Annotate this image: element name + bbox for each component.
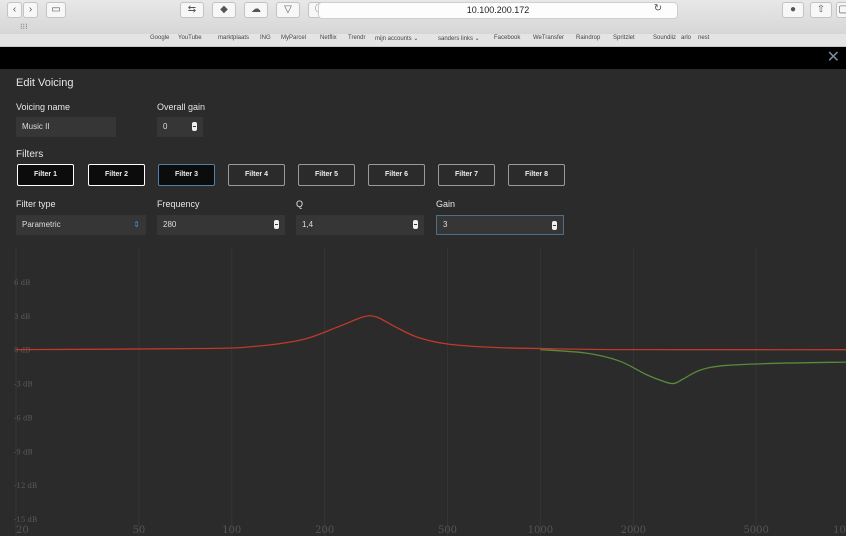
gain-input[interactable]: 3 [436, 215, 564, 235]
x-tick-label: 500 [438, 525, 457, 536]
x-tick-label: 1000 [528, 525, 553, 536]
y-tick-label: 0 dB [14, 347, 30, 355]
overall-gain-input[interactable]: 0 [157, 117, 203, 137]
cloud-icon[interactable]: ☁ [244, 2, 268, 18]
bookmark-link[interactable]: MyParcel [281, 35, 306, 41]
bookmark-link[interactable]: nest [698, 35, 709, 41]
bookmark-link[interactable]: Soundiiz [653, 35, 676, 41]
frequency-input[interactable]: 280 [157, 215, 285, 235]
y-tick-label: -3 dB [14, 381, 33, 389]
voicing-name-label: Voicing name [16, 102, 71, 112]
bookmark-link[interactable]: ING [260, 35, 271, 41]
x-tick-label: 2000 [621, 525, 646, 536]
forward-button[interactable]: › [23, 2, 38, 18]
bookmark-link[interactable]: Google [150, 35, 169, 41]
bookmark-link[interactable]: mijn accounts ⌄ [375, 35, 418, 42]
q-input[interactable]: 1,4 [296, 215, 424, 235]
bookmark-link[interactable]: arlo [681, 35, 691, 41]
voicing-name-value: Music II [22, 122, 50, 131]
y-tick-label: -9 dB [14, 448, 33, 456]
filter-tab-4[interactable]: Filter 4 [228, 164, 285, 186]
x-tick-label: 100 [222, 525, 241, 536]
y-tick-label: -15 dB [14, 516, 37, 524]
bookmark-link[interactable]: Facebook [494, 35, 520, 41]
filter-tab-2[interactable]: Filter 2 [88, 164, 145, 186]
address-bar[interactable]: 10.100.200.172 [318, 2, 678, 19]
voicing-name-input[interactable]: Music II [16, 117, 116, 137]
back-button[interactable]: ‹ [7, 2, 22, 18]
app-header-bar [0, 47, 846, 69]
share-icon[interactable]: ⇧ [810, 2, 832, 18]
reload-icon[interactable]: ↻ [650, 2, 666, 18]
overall-gain-value: 0 [163, 122, 168, 131]
pocket-icon[interactable]: ▽ [276, 2, 300, 18]
select-arrows-icon: ⇕ [133, 220, 140, 229]
filter-type-select[interactable]: Parametric ⇕ [16, 215, 146, 235]
filter-tab-7[interactable]: Filter 7 [438, 164, 495, 186]
y-tick-label: -6 dB [14, 414, 33, 422]
filter-tab-3[interactable]: Filter 3 [158, 164, 215, 186]
bookmark-link[interactable]: Spritzlet [613, 35, 635, 41]
stepper-icon[interactable] [274, 220, 279, 229]
eq-response-chart: 6 dB3 dB0 dB-3 dB-6 dB-9 dB-12 dB-15 dB2… [14, 248, 846, 536]
q-value: 1,4 [302, 220, 314, 229]
x-tick-label: 50 [132, 525, 145, 536]
bookmark-link[interactable]: marktplaats [218, 35, 249, 41]
extension-icon[interactable]: ◆ [212, 2, 236, 18]
x-tick-label: 20 [16, 525, 29, 536]
gain-label: Gain [436, 199, 456, 209]
sidebar-toggle-icon[interactable]: ▭ [46, 2, 66, 18]
page-title: Edit Voicing [16, 77, 74, 89]
bookmarks-bar: Google YouTube marktplaats ING MyParcel Netfl… [0, 34, 846, 47]
x-tick-label: 200 [315, 525, 334, 536]
y-tick-label: 3 dB [14, 313, 30, 321]
stepper-icon[interactable] [192, 122, 197, 131]
overall-gain-label: Overall gain [157, 102, 206, 112]
bookmark-link[interactable]: sanders links ⌄ [438, 35, 480, 42]
y-tick-label: 6 dB [14, 279, 30, 287]
bookmark-link[interactable]: WeTransfer [533, 35, 564, 41]
filter-type-value: Parametric [22, 220, 61, 229]
x-tick-label: 5000 [743, 525, 768, 536]
filter-tab-6[interactable]: Filter 6 [368, 164, 425, 186]
bookmark-link[interactable]: Netflix [320, 35, 337, 41]
browser-toolbar: ‹ › ▭ ⇆ ◆ ☁ ▽ ⓘ 10.100.200.172 ↻ ● ⇧ ▢ ⁝… [0, 0, 846, 35]
filter-type-label: Filter type [16, 199, 56, 209]
filter-tab-1[interactable]: Filter 1 [17, 164, 74, 186]
q-label: Q [296, 199, 304, 209]
apps-grid-icon[interactable]: ⁝⁝⁝ [20, 22, 28, 31]
close-icon[interactable]: ✕ [827, 49, 840, 67]
y-tick-label: -12 dB [14, 482, 37, 490]
filters-heading: Filters [16, 149, 44, 160]
settings-icon[interactable]: ● [782, 2, 804, 18]
stepper-icon[interactable] [413, 220, 418, 229]
tabs-icon[interactable]: ▢ [836, 2, 846, 18]
extension-icon[interactable]: ⇆ [180, 2, 204, 18]
frequency-value: 280 [163, 220, 177, 229]
bookmark-link[interactable]: Trendr [348, 35, 365, 41]
gain-value: 3 [443, 220, 448, 229]
frequency-label: Frequency [157, 199, 200, 209]
filter-tab-8[interactable]: Filter 8 [508, 164, 565, 186]
bookmark-link[interactable]: Raindrop [576, 35, 600, 41]
filter-tab-5[interactable]: Filter 5 [298, 164, 355, 186]
stepper-icon[interactable] [552, 221, 557, 230]
x-tick-label: 10000 [833, 525, 846, 536]
red-response-curve [15, 315, 846, 351]
green-response-curve [540, 348, 846, 385]
bookmark-link[interactable]: YouTube [178, 35, 202, 41]
